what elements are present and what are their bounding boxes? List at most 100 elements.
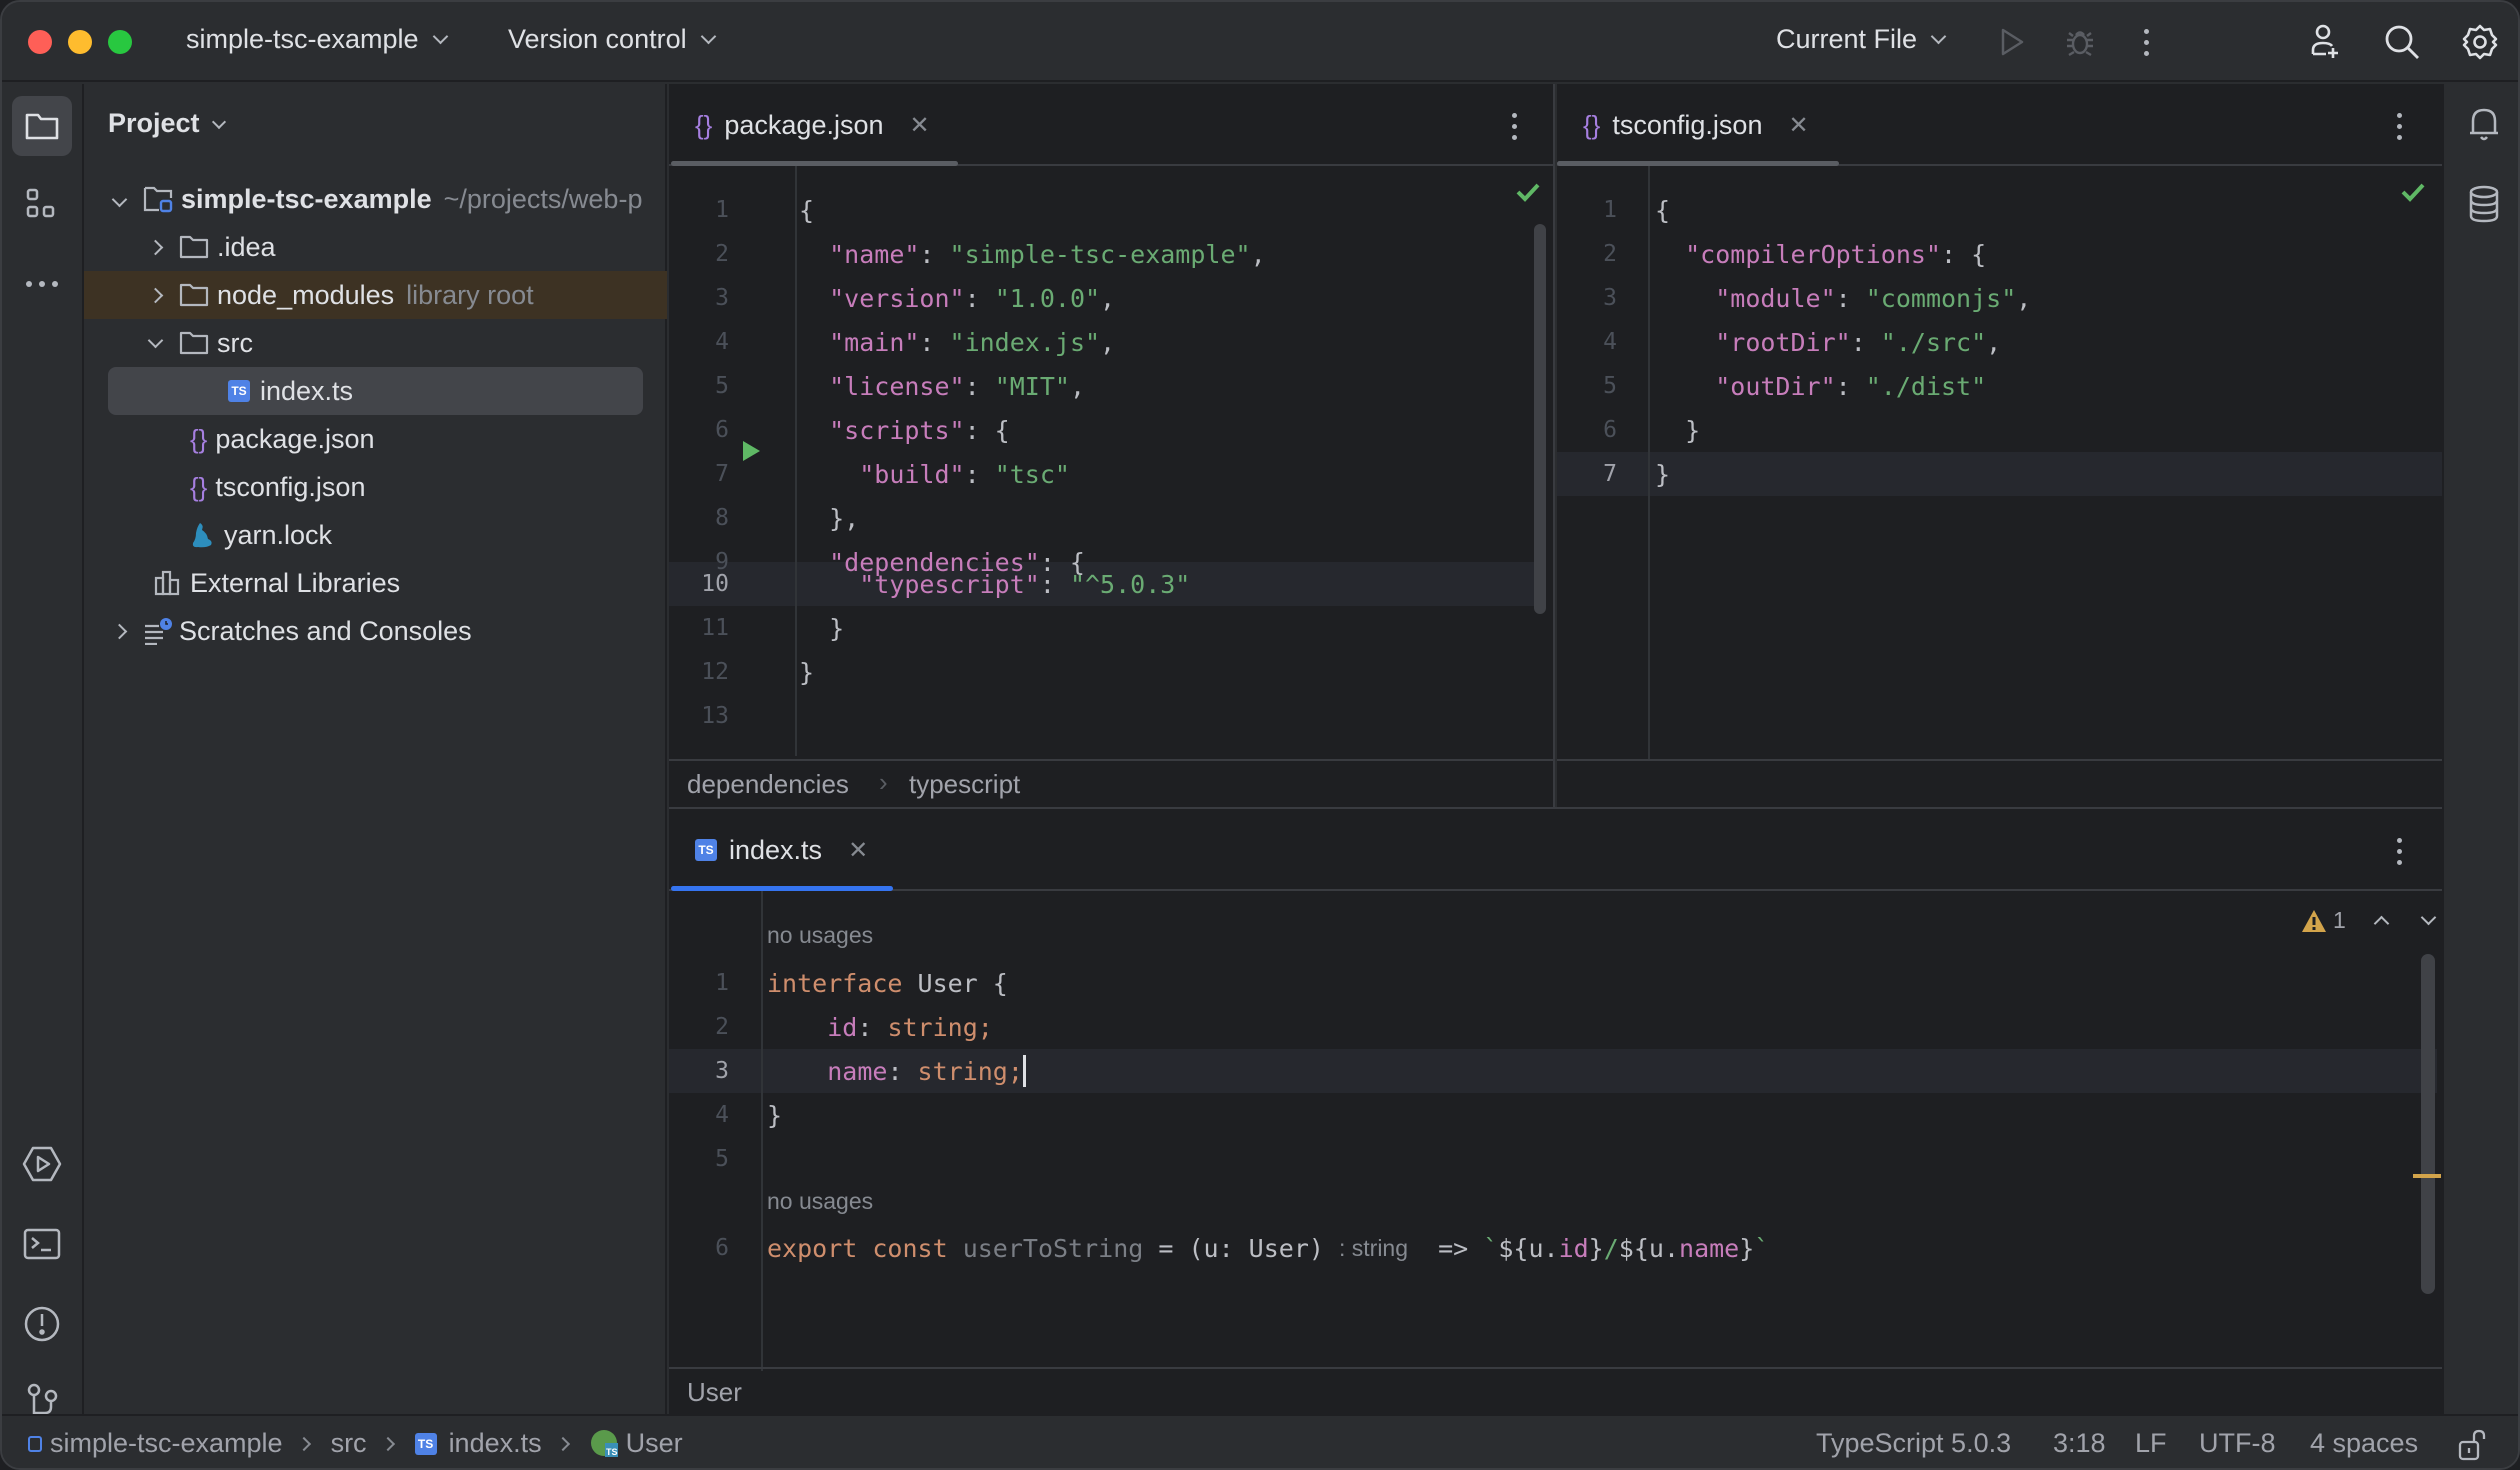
tab-options-icon[interactable] <box>2397 838 2405 865</box>
nav-file[interactable]: index.ts <box>449 1428 542 1459</box>
search-button[interactable] <box>2382 22 2422 62</box>
tree-item-scratches[interactable]: Scratches and Consoles <box>84 607 667 655</box>
line-number: 5 <box>1603 373 1617 399</box>
tab-options-icon[interactable] <box>1512 113 1520 140</box>
close-tab-icon[interactable]: ✕ <box>1788 111 1808 140</box>
previous-problem-icon[interactable] <box>2373 915 2390 932</box>
code-line-10[interactable]: "typescript": "^5.0.3" <box>799 562 1190 606</box>
code-line-3[interactable]: "version": "1.0.0", <box>799 276 1115 320</box>
inspection-ok-icon[interactable] <box>2401 182 2425 202</box>
database-button[interactable] <box>2454 174 2514 234</box>
nav-src[interactable]: src <box>331 1428 367 1459</box>
code-line-2[interactable]: "compilerOptions": { <box>1655 232 1986 276</box>
nav-symbol[interactable]: User <box>626 1428 683 1459</box>
tab-index-ts[interactable]: TS index.ts ✕ <box>695 809 868 891</box>
line-number: 5 <box>715 373 729 399</box>
indent-setting[interactable]: 4 spaces <box>2310 1428 2418 1459</box>
code-line-12[interactable]: } <box>799 650 814 694</box>
typescript-file-icon: TS <box>695 839 717 861</box>
tab-tsconfig-json[interactable]: {} tsconfig.json ✕ <box>1583 84 1809 166</box>
tree-item-package-json[interactable]: {} package.json <box>84 415 667 463</box>
inspection-ok-icon[interactable] <box>1516 182 1540 202</box>
code-line-7[interactable]: } <box>1655 452 1670 496</box>
tree-item-tsconfig-json[interactable]: {} tsconfig.json <box>84 463 667 511</box>
more-tools-button[interactable] <box>12 254 72 314</box>
code-line-8[interactable]: }, <box>799 496 859 540</box>
code-line-1[interactable]: { <box>1655 188 1670 232</box>
tree-item-project-root[interactable]: simple-tsc-example ~/projects/web-p <box>84 175 667 223</box>
breadcrumb-user[interactable]: User <box>687 1377 742 1408</box>
run-script-icon[interactable] <box>741 440 761 462</box>
project-panel-header[interactable]: Project <box>108 108 226 139</box>
code-line-1[interactable]: interface User { <box>767 961 1008 1005</box>
close-tab-icon[interactable]: ✕ <box>910 111 930 140</box>
structure-tool-button[interactable] <box>12 174 72 234</box>
more-actions-button[interactable] <box>2128 22 2168 62</box>
inspection-widget[interactable]: 1 <box>2301 907 2437 934</box>
tab-options-icon[interactable] <box>2397 113 2405 140</box>
file-encoding[interactable]: UTF-8 <box>2199 1428 2276 1459</box>
code-line-5[interactable]: "license": "MIT", <box>799 364 1085 408</box>
code-line-3[interactable]: name: string; <box>767 1049 1026 1093</box>
cursor-position[interactable]: 3:18 <box>2053 1428 2106 1459</box>
breadcrumb-dependencies[interactable]: dependencies <box>687 769 849 800</box>
code-line-4[interactable]: "rootDir": "./src", <box>1655 320 2001 364</box>
project-selector[interactable]: simple-tsc-example <box>186 24 448 55</box>
close-window-button[interactable] <box>28 30 52 54</box>
code-line-6[interactable]: export const userToString = (u: User) : … <box>767 1226 1769 1270</box>
vertical-scrollbar[interactable] <box>1534 224 1546 614</box>
tree-item-yarn-lock[interactable]: yarn.lock <box>84 511 667 559</box>
unlock-icon[interactable] <box>2458 1428 2488 1462</box>
vertical-scrollbar[interactable] <box>2421 954 2435 1294</box>
debug-button[interactable] <box>2060 22 2100 62</box>
add-user-button[interactable] <box>2304 22 2344 62</box>
tab-label: package.json <box>724 109 884 140</box>
folder-icon <box>179 283 209 307</box>
code-line-2[interactable]: "name": "simple-tsc-example", <box>799 232 1266 276</box>
breadcrumb-typescript[interactable]: typescript <box>909 769 1020 800</box>
left-tool-strip <box>2 84 84 1419</box>
close-tab-icon[interactable]: ✕ <box>848 836 868 865</box>
tab-indicator <box>671 886 893 891</box>
code-line-3[interactable]: "module": "commonjs", <box>1655 276 2031 320</box>
minimize-window-button[interactable] <box>68 30 92 54</box>
tree-item-label: External Libraries <box>190 567 401 598</box>
code-line-7[interactable]: "build": "tsc" <box>799 452 1070 496</box>
code-line-4[interactable]: "main": "index.js", <box>799 320 1115 364</box>
run-config-selector[interactable]: Current File <box>1776 24 1947 55</box>
tree-item-index-ts[interactable]: TS index.ts <box>108 367 643 415</box>
tree-item-idea[interactable]: .idea <box>84 223 667 271</box>
vcs-label: Version control <box>508 24 687 54</box>
tab-bar: {} tsconfig.json ✕ <box>1557 84 2442 166</box>
code-line-6[interactable]: } <box>1655 408 1700 452</box>
code-line-11[interactable]: } <box>799 606 844 650</box>
vcs-selector[interactable]: Version control <box>508 24 716 55</box>
code-line-1[interactable]: { <box>799 188 814 232</box>
services-tool-button[interactable] <box>12 1134 72 1194</box>
notifications-button[interactable] <box>2454 94 2514 154</box>
code-line-4[interactable]: } <box>767 1093 782 1137</box>
inlay-no-usages[interactable]: no usages <box>767 1183 873 1219</box>
warning-marker[interactable] <box>2413 1174 2441 1178</box>
language-version[interactable]: TypeScript 5.0.3 <box>1816 1428 2011 1459</box>
project-tool-button[interactable] <box>12 96 72 156</box>
inlay-no-usages[interactable]: no usages <box>767 917 873 953</box>
next-problem-icon[interactable] <box>2420 909 2437 926</box>
maximize-window-button[interactable] <box>108 30 132 54</box>
tree-item-src[interactable]: src <box>84 319 667 367</box>
terminal-tool-button[interactable] <box>12 1214 72 1274</box>
code-line-6[interactable]: "scripts": { <box>799 408 1010 452</box>
code-line-5[interactable]: "outDir": "./dist" <box>1655 364 1986 408</box>
nav-project[interactable]: simple-tsc-example <box>50 1428 283 1459</box>
run-button[interactable] <box>1992 22 2032 62</box>
typescript-file-icon: TS <box>414 1432 437 1455</box>
code-line-2[interactable]: id: string; <box>767 1005 993 1049</box>
tab-package-json[interactable]: {} package.json ✕ <box>695 84 930 166</box>
problems-tool-button[interactable] <box>12 1294 72 1354</box>
settings-button[interactable] <box>2460 22 2500 62</box>
line-ending[interactable]: LF <box>2135 1428 2167 1459</box>
libraries-icon <box>154 570 180 596</box>
tree-item-node-modules[interactable]: node_modules library root <box>84 271 667 319</box>
tree-item-external-libraries[interactable]: External Libraries <box>84 559 667 607</box>
yarn-icon <box>192 523 212 548</box>
